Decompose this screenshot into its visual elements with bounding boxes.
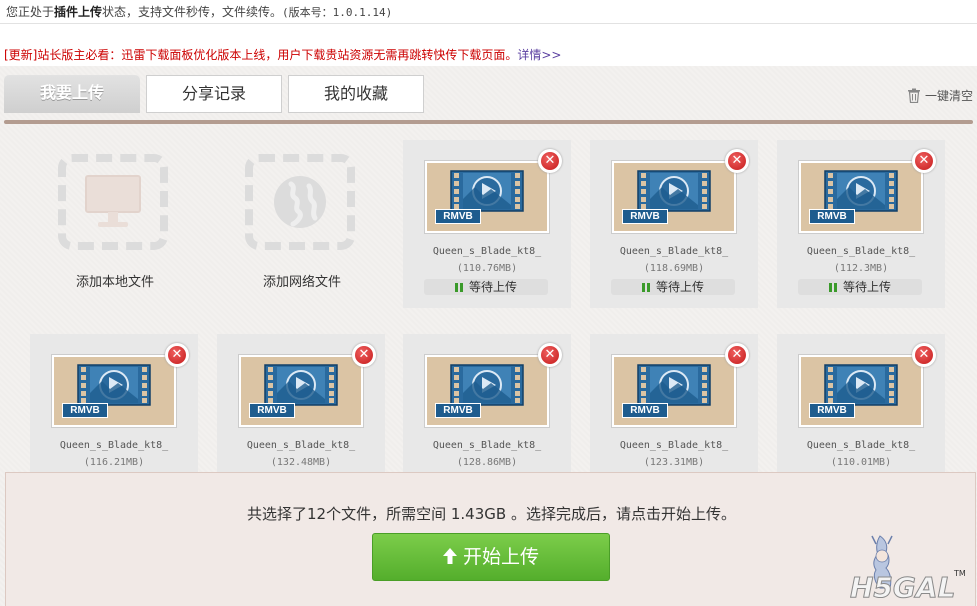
file-format-badge: RMVB xyxy=(249,403,295,418)
remove-file-button[interactable]: ✕ xyxy=(725,149,749,173)
file-format-badge: RMVB xyxy=(435,209,481,224)
file-thumbnail: RMVB xyxy=(612,355,736,427)
file-thumbnail: RMVB xyxy=(239,355,363,427)
svg-text:H5GAL: H5GAL xyxy=(850,571,955,604)
close-icon: ✕ xyxy=(915,152,933,170)
tab-upload[interactable]: 我要上传 xyxy=(4,75,140,113)
file-format-badge: RMVB xyxy=(622,403,668,418)
remove-file-button[interactable]: ✕ xyxy=(538,149,562,173)
file-size: (123.31MB) xyxy=(643,457,705,468)
pause-icon xyxy=(454,283,463,292)
pause-icon xyxy=(828,283,837,292)
close-icon: ✕ xyxy=(915,346,933,364)
version-label: (版本号：1.0.1.14) xyxy=(282,6,393,19)
tab-share-history[interactable]: 分享记录 xyxy=(146,75,282,113)
add-network-file-label: 添加网络文件 xyxy=(262,275,341,290)
monitor-icon xyxy=(85,175,141,227)
close-icon: ✕ xyxy=(168,346,186,364)
remove-file-button[interactable]: ✕ xyxy=(725,343,749,367)
add-local-file-tile[interactable]: 添加本地文件 xyxy=(30,140,200,308)
file-format-badge: RMVB xyxy=(622,209,668,224)
file-thumbnail: RMVB xyxy=(612,161,736,233)
close-icon: ✕ xyxy=(541,346,559,364)
remove-file-button[interactable]: ✕ xyxy=(538,343,562,367)
trash-icon xyxy=(907,88,920,103)
up-arrow-icon xyxy=(442,548,457,564)
file-name: Queen_s_Blade_kt8_ xyxy=(806,246,916,257)
remove-file-button[interactable]: ✕ xyxy=(165,343,189,367)
close-icon: ✕ xyxy=(728,346,746,364)
add-network-file-tile[interactable]: 添加网络文件 xyxy=(217,140,387,308)
file-status-label: 等待上传 xyxy=(468,280,517,294)
file-name: Queen_s_Blade_kt8_ xyxy=(619,246,729,257)
file-name: Queen_s_Blade_kt8_ xyxy=(432,440,542,451)
file-thumbnail: RMVB xyxy=(52,355,176,427)
file-status: 等待上传 xyxy=(798,279,922,295)
notice-details-link[interactable]: 详情>> xyxy=(517,48,561,62)
file-name: Queen_s_Blade_kt8_ xyxy=(432,246,542,257)
close-icon: ✕ xyxy=(355,346,373,364)
file-thumbnail: RMVB xyxy=(425,161,549,233)
file-size: (128.86MB) xyxy=(456,457,518,468)
close-icon: ✕ xyxy=(541,152,559,170)
status-suffix: 状态，支持文件秒传，文件续传。 xyxy=(102,5,283,19)
file-status-label: 等待上传 xyxy=(842,280,891,294)
file-thumbnail: RMVB xyxy=(425,355,549,427)
h5gal-logo: H5GAL TM xyxy=(850,535,966,604)
globe-icon xyxy=(274,176,326,228)
start-upload-button[interactable]: 开始上传 xyxy=(372,533,610,581)
file-card: RMVB ✕ Queen_s_Blade_kt8_ (110.76MB) 等待上… xyxy=(403,140,571,308)
clear-all-label: 一键清空 xyxy=(924,89,973,103)
status-prefix: 您正处于 xyxy=(6,5,55,19)
remove-file-button[interactable]: ✕ xyxy=(912,343,936,367)
file-status: 等待上传 xyxy=(424,279,548,295)
remove-file-button[interactable]: ✕ xyxy=(352,343,376,367)
file-size: (110.01MB) xyxy=(830,457,892,468)
file-status: 等待上传 xyxy=(611,279,735,295)
status-bar: 您正处于插件上传状态，支持文件秒传，文件续传。(版本号：1.0.1.14) xyxy=(0,0,977,24)
file-size: (116.21MB) xyxy=(83,457,145,468)
file-name: Queen_s_Blade_kt8_ xyxy=(246,440,356,451)
dashed-frame xyxy=(245,154,355,250)
file-size: (112.3MB) xyxy=(833,263,889,274)
upload-footer: 共选择了12个文件，所需空间 1.43GB 。选择完成后，请点击开始上传。 开始… xyxy=(5,472,976,606)
svg-text:TM: TM xyxy=(953,569,966,578)
close-icon: ✕ xyxy=(728,152,746,170)
pause-icon xyxy=(641,283,650,292)
file-format-badge: RMVB xyxy=(809,209,855,224)
file-thumbnail: RMVB xyxy=(799,355,923,427)
notice-text: [更新]站长版主必看：迅雷下载面板优化版本上线，用户下载贵站资源无需再跳转快传下… xyxy=(4,48,518,62)
add-local-file-label: 添加本地文件 xyxy=(75,275,154,290)
file-status-label: 等待上传 xyxy=(655,280,704,294)
file-card: RMVB ✕ Queen_s_Blade_kt8_ (118.69MB) 等待上… xyxy=(590,140,758,308)
update-notice: [更新]站长版主必看：迅雷下载面板优化版本上线，用户下载贵站资源无需再跳转快传下… xyxy=(0,24,977,66)
status-mode: 插件上传 xyxy=(54,5,103,19)
file-size: (118.69MB) xyxy=(643,263,705,274)
file-size: (110.76MB) xyxy=(456,263,518,274)
file-thumbnail: RMVB xyxy=(799,161,923,233)
file-size: (132.48MB) xyxy=(270,457,332,468)
tab-favorites[interactable]: 我的收藏 xyxy=(288,75,424,113)
start-upload-label: 开始上传 xyxy=(462,546,539,568)
file-format-badge: RMVB xyxy=(435,403,481,418)
file-card: RMVB ✕ Queen_s_Blade_kt8_ (112.3MB) 等待上传 xyxy=(777,140,945,308)
selection-summary: 共选择了12个文件，所需空间 1.43GB 。选择完成后，请点击开始上传。 xyxy=(247,505,736,523)
remove-file-button[interactable]: ✕ xyxy=(912,149,936,173)
clear-all-button[interactable]: 一键清空 xyxy=(907,87,973,104)
file-format-badge: RMVB xyxy=(62,403,108,418)
file-name: Queen_s_Blade_kt8_ xyxy=(619,440,729,451)
file-format-badge: RMVB xyxy=(809,403,855,418)
file-name: Queen_s_Blade_kt8_ xyxy=(59,440,169,451)
divider xyxy=(4,120,973,124)
dashed-frame xyxy=(58,154,168,250)
file-name: Queen_s_Blade_kt8_ xyxy=(806,440,916,451)
